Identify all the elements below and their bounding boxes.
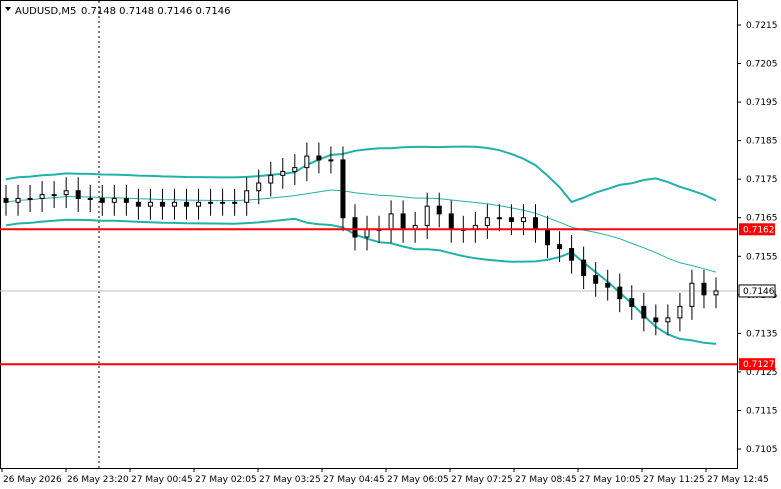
price-tick-label: 0.7175 <box>746 175 778 185</box>
candle-body <box>87 197 93 200</box>
time-tick-label: 27 May 03:25 <box>259 475 321 485</box>
candle-body <box>557 244 563 250</box>
candle-body <box>508 217 514 223</box>
time-tick-label: 27 May 12:45 <box>707 475 769 485</box>
candle-body <box>75 190 81 199</box>
candle-body <box>304 155 310 169</box>
candle-body <box>256 182 262 192</box>
price-tick-label: 0.7135 <box>746 329 778 339</box>
candle-body <box>27 197 33 200</box>
candle-body <box>424 205 430 226</box>
time-tick-label: 27 May 04:45 <box>323 475 385 485</box>
candle-body <box>605 282 611 288</box>
time-tick-label: 27 May 11:25 <box>643 475 705 485</box>
candle-body <box>208 201 214 204</box>
candle-body <box>689 282 695 307</box>
time-tick-label: 27 May 10:05 <box>579 475 641 485</box>
candle-body <box>532 217 538 230</box>
candle-body <box>677 305 683 319</box>
price-tick-label: 0.7215 <box>746 21 778 31</box>
candle-body <box>171 201 177 207</box>
candle-body <box>268 174 274 184</box>
candle-body <box>328 159 334 162</box>
chart-root: 0.72150.72050.71950.71850.71750.71650.71… <box>0 0 781 489</box>
time-tick-label: 27 May 02:05 <box>195 475 257 485</box>
candle-body <box>617 286 623 300</box>
level-badge-label: 0.7127 <box>743 360 775 370</box>
candle-body <box>400 213 406 230</box>
price-tick-label: 0.7115 <box>746 406 778 416</box>
candle-body <box>123 197 129 203</box>
candle-body <box>15 197 21 203</box>
candle-body <box>340 159 346 219</box>
candle-body <box>63 190 69 196</box>
candle-body <box>665 317 671 323</box>
price-tick-label: 0.7105 <box>746 445 778 455</box>
candle-body <box>196 201 202 207</box>
candle-body <box>653 317 659 323</box>
level-badge-label: 0.7162 <box>743 225 775 235</box>
candle-body <box>147 201 153 207</box>
chart-background <box>0 0 781 489</box>
candle-body <box>364 228 370 238</box>
candle-body <box>232 201 238 204</box>
time-tick-label: 27 May 06:05 <box>387 475 449 485</box>
candle-body <box>520 217 526 223</box>
candle-body <box>701 282 707 296</box>
candle-body <box>496 217 502 220</box>
time-tick-label: 27 May 00:45 <box>131 475 193 485</box>
candle-body <box>581 259 587 277</box>
price-tick-label: 0.7155 <box>746 252 778 262</box>
price-tick-label: 0.7205 <box>746 60 778 70</box>
candle-body <box>484 217 490 226</box>
candle-body <box>184 201 190 207</box>
candle-body <box>292 167 298 172</box>
candle-body <box>316 155 322 161</box>
time-tick-label: 26 May 2026 <box>3 475 62 485</box>
candle-body <box>569 248 575 261</box>
candle-body <box>244 190 250 203</box>
candle-body <box>545 228 551 246</box>
candle-body <box>135 201 141 207</box>
candle-body <box>39 194 45 199</box>
candle-body <box>436 205 442 215</box>
candle-body <box>629 298 635 307</box>
candle-body <box>280 170 286 176</box>
candle-body <box>111 197 117 203</box>
price-tick-label: 0.7185 <box>746 137 778 147</box>
time-tick-label: 27 May 07:25 <box>451 475 513 485</box>
current-price-badge-label: 0.7146 <box>743 287 775 297</box>
candle-body <box>220 201 226 204</box>
candle-body <box>641 305 647 319</box>
candle-body <box>99 197 105 203</box>
time-tick-label: 27 May 08:45 <box>515 475 577 485</box>
candle-body <box>51 194 57 197</box>
price-tick-label: 0.7165 <box>746 214 778 224</box>
candle-body <box>713 290 719 296</box>
candle-body <box>352 217 358 238</box>
ohlc-label: 0.7148 0.7148 0.7146 0.7146 <box>81 6 231 17</box>
price-tick-label: 0.7195 <box>746 98 778 108</box>
symbol-label[interactable]: AUDUSD,M5 <box>15 6 76 17</box>
candle-body <box>3 197 9 203</box>
candle-body <box>159 201 165 207</box>
candle-body <box>593 275 599 284</box>
candle-body <box>448 213 454 230</box>
candle-body <box>388 213 394 230</box>
time-tick-label: 26 May 23:20 <box>67 475 129 485</box>
